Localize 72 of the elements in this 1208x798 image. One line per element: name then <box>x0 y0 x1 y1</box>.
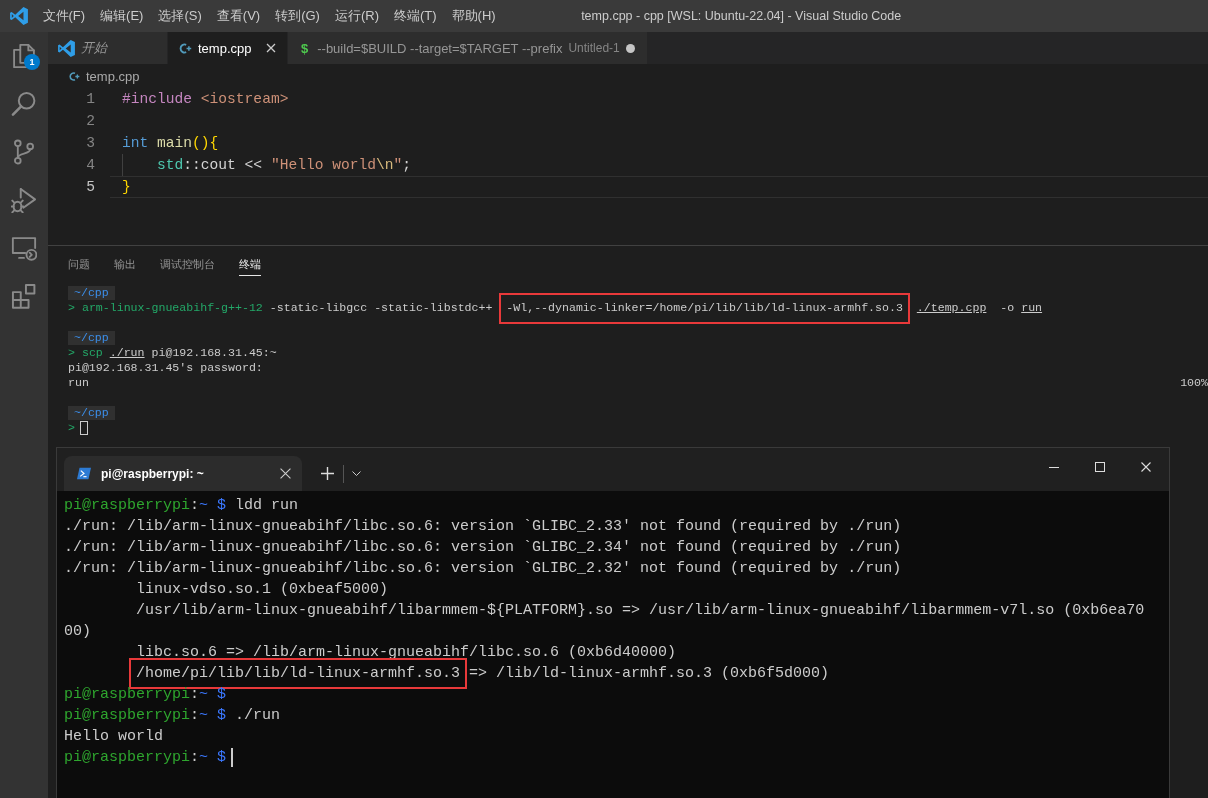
terminal-line: ./run: /lib/arm-linux-gnueabihf/libc.so.6: version `GLIBC_2.34' not found (required by ./run) <box>64 539 902 556</box>
terminal-line: linux-vdso.so.1 (0xbeaf5000) <box>136 581 389 598</box>
menu-item[interactable]: 选择(S) <box>150 5 210 27</box>
close-icon[interactable] <box>280 468 291 479</box>
menu-item[interactable]: 文件(F) <box>35 5 93 27</box>
panel-tab[interactable]: 调试控制台 <box>160 256 215 276</box>
dollar-icon: $ <box>298 40 312 56</box>
app-logo-icon <box>58 39 75 57</box>
maximize-icon[interactable] <box>1095 462 1105 472</box>
progress-percent: 100% <box>1180 375 1208 390</box>
terminal-line: pi@raspberrypi:~ $ ldd run <box>64 497 299 514</box>
chevron-down-icon[interactable] <box>352 471 361 476</box>
terminal-line: /usr/lib/arm-linux-gnueabihf/libarmmem-${PLATFORM}.so => /usr/lib/arm-linux-gnueabihf/libarmmem-v7l.so (0xb6ea70 <box>136 602 1145 619</box>
cpp-file-icon <box>68 70 80 82</box>
terminal-line: ./run: /lib/arm-linux-gnueabihf/libc.so.6: version `GLIBC_2.32' not found (required by ./run) <box>64 560 902 577</box>
cwd-badge: ~/cpp <box>68 406 115 420</box>
unsaved-dot-icon <box>625 43 635 53</box>
terminal-link[interactable]: ./temp.cpp <box>916 301 987 314</box>
plus-icon[interactable] <box>321 467 334 480</box>
terminal-line: pi@192.168.31.45's password: <box>68 361 263 374</box>
terminal-icon <box>77 467 91 480</box>
terminal-line: ./run: /lib/arm-linux-gnueabihf/libc.so.6: version `GLIBC_2.33' not found (required by ./run) <box>64 518 902 535</box>
terminal-line: pi@raspberrypi:~ $ <box>64 686 227 703</box>
terminal-tab[interactable]: pi@raspberrypi: ~ <box>64 456 302 491</box>
highlight-box: -Wl,--dynamic-linker=/home/pi/lib/lib/ld-linux-armhf.so.3 <box>499 293 910 324</box>
terminal-link[interactable]: ./run <box>109 346 145 359</box>
line-number: 3 <box>85 134 95 153</box>
terminal-line: > <box>68 421 75 434</box>
terminal-line: 00) <box>64 623 91 640</box>
terminal-line: pi@raspberrypi:~ $ ./run <box>64 707 281 724</box>
window-title: temp.cpp - cpp [WSL: Ubuntu-22.04] - Visual Studio Code <box>581 9 902 23</box>
files-icon[interactable] <box>11 43 37 69</box>
panel-tab[interactable]: 输出 <box>114 256 136 276</box>
menu-item[interactable]: 编辑(E) <box>92 5 151 27</box>
search-icon[interactable] <box>11 91 37 117</box>
run-debug-icon[interactable] <box>11 187 37 213</box>
terminal-line: > scp ./run pi@192.168.31.45:~ <box>68 346 277 359</box>
editor-tab[interactable]: 开始 <box>48 32 168 64</box>
line-number: 5 <box>85 178 95 197</box>
cwd-badge: ~/cpp <box>68 286 115 300</box>
close-icon[interactable] <box>1141 462 1151 472</box>
panel-tab[interactable]: 终端 <box>239 256 261 276</box>
cursor-icon <box>231 747 234 767</box>
extensions-icon[interactable] <box>11 283 37 309</box>
terminal-line: Hello world <box>64 728 164 745</box>
editor-tab[interactable]: temp.cpp <box>168 32 288 64</box>
terminal-line: run <box>68 375 89 390</box>
cursor-icon <box>79 420 88 435</box>
monitor-icon[interactable] <box>11 235 37 261</box>
count-badge: 1 <box>24 54 40 70</box>
terminal-line: libc.so.6 => /lib/arm-linux-gnueabihf/libc.so.6 (0xb6d40000) <box>136 644 677 661</box>
terminal-link[interactable]: run <box>1021 301 1043 314</box>
editor-tab[interactable]: $ --build=$BUILD --target=$TARGET --prefix Untitled-1 <box>288 32 648 64</box>
menu-item[interactable]: 终端(T) <box>386 5 445 27</box>
line-number: 2 <box>85 112 95 131</box>
menu-item[interactable]: 运行(R) <box>327 5 387 27</box>
app-logo-icon <box>10 7 28 25</box>
menu-item[interactable]: 帮助(H) <box>444 5 504 27</box>
line-number: 1 <box>85 90 95 109</box>
code-line: } <box>122 179 131 195</box>
line-number: 4 <box>85 156 95 175</box>
breadcrumb-item[interactable]: temp.cpp <box>86 68 140 84</box>
code-line: int main(){ <box>122 135 219 151</box>
menu-item[interactable]: 转到(G) <box>267 5 328 27</box>
cpp-file-icon <box>178 41 192 55</box>
panel-tab[interactable]: 问题 <box>68 256 90 276</box>
code-line: #include <iostream> <box>122 91 289 107</box>
branch-icon[interactable] <box>11 139 37 165</box>
cwd-badge: ~/cpp <box>68 331 115 345</box>
terminal-line: pi@raspberrypi:~ $ <box>64 749 227 766</box>
menu-item[interactable]: 查看(V) <box>209 5 268 27</box>
code-line: std::cout << "Hello world\n"; <box>122 157 411 173</box>
